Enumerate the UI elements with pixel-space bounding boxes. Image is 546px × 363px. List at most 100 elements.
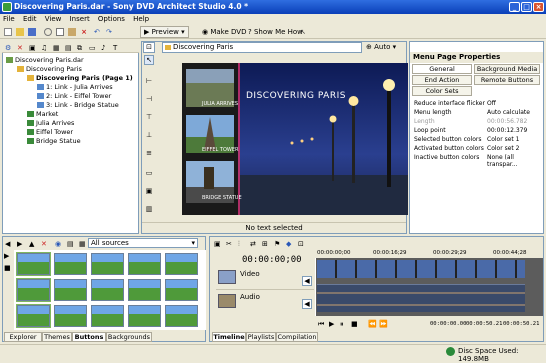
preview-media-icon[interactable]: ▶ (4, 252, 9, 260)
video-clip[interactable] (317, 260, 525, 278)
tab-general[interactable]: General (412, 64, 472, 74)
back-icon[interactable]: ◀ (4, 238, 11, 250)
property-row[interactable]: Inactive button colors None (all transpar… (414, 154, 542, 168)
media-thumbnail[interactable] (16, 252, 51, 276)
media-thumbnail[interactable] (165, 305, 198, 327)
paste-icon[interactable] (66, 26, 78, 38)
menu-file[interactable]: File (0, 14, 18, 25)
tree-item[interactable]: Discovering Paris.dar (6, 56, 84, 64)
menu-button-label[interactable]: BRIDGE STATUE (202, 195, 242, 201)
help-pointer-icon[interactable]: ↖ (298, 26, 310, 38)
forward-icon[interactable]: ▶ (16, 238, 23, 250)
center-icon[interactable]: ▣ (144, 187, 154, 197)
play-from-start-icon[interactable]: ⏮ (318, 320, 324, 329)
tree-item[interactable]: Eiffel Tower (27, 128, 73, 136)
menu-options[interactable]: Options (95, 14, 128, 25)
delete-media-icon[interactable]: ✕ (40, 238, 48, 250)
make-dvd-button[interactable]: ◉ Make DVD (198, 26, 250, 38)
safe-area-icon[interactable]: ⊡ (143, 42, 155, 53)
align-bottom-icon[interactable]: ⊥ (144, 131, 154, 141)
delete-item-icon[interactable]: ✕ (16, 42, 24, 54)
maximize-button[interactable]: □ (521, 2, 532, 12)
stop-icon[interactable]: ■ (351, 320, 358, 328)
media-thumbnail[interactable] (165, 253, 198, 275)
delete-icon[interactable]: × (78, 26, 90, 38)
tab-remote-buttons[interactable]: Remote Buttons (474, 75, 540, 85)
property-row[interactable]: Loop point 00:00:12.379 (414, 127, 542, 134)
tab-end-action[interactable]: End Action (412, 75, 472, 85)
track-expand-icon[interactable]: ◀ (302, 276, 312, 286)
tab-backgrounds[interactable]: Backgrounds (106, 332, 152, 342)
tab-color-sets[interactable]: Color Sets (412, 86, 472, 96)
new-slideshow-icon[interactable]: ▦ (52, 42, 61, 54)
media-thumbnail[interactable] (16, 278, 51, 302)
align-left-icon[interactable]: ⊢ (144, 77, 154, 87)
tab-timeline[interactable]: Timeline (212, 332, 246, 342)
open-button[interactable] (14, 26, 26, 38)
menu-help[interactable]: Help (130, 14, 152, 25)
tree-item[interactable]: Market (27, 110, 58, 118)
tab-compilation[interactable]: Compilation (276, 332, 318, 342)
web-icon[interactable]: ◉ (54, 238, 62, 250)
play-icon[interactable]: ▶ (329, 320, 334, 328)
tab-themes[interactable]: Themes (42, 332, 72, 342)
subtitle-icon[interactable]: ⊡ (297, 238, 305, 250)
cut-icon[interactable] (42, 26, 54, 38)
tree-item-selected[interactable]: Discovering Paris (Page 1) (27, 74, 133, 82)
grid-view-icon[interactable]: ▦ (78, 238, 87, 250)
new-video-icon[interactable]: ▭ (88, 42, 97, 54)
menu-edit[interactable]: Edit (20, 14, 40, 25)
marker-icon[interactable]: ⚑ (273, 238, 281, 250)
media-thumbnail[interactable] (91, 253, 124, 275)
new-text-icon[interactable]: T (112, 42, 118, 54)
tab-explorer[interactable]: Explorer (4, 332, 42, 342)
property-row[interactable]: Selected button colors Color set 1 (414, 136, 542, 143)
redo-icon[interactable]: ↷ (104, 26, 116, 38)
arrange-icon[interactable]: ▥ (144, 205, 154, 215)
media-thumbnail[interactable] (128, 279, 161, 301)
save-button[interactable] (26, 26, 38, 38)
property-row[interactable]: Menu length Auto calculate (414, 109, 542, 116)
new-menu-icon[interactable]: ▣ (28, 42, 37, 54)
copy-icon[interactable] (54, 26, 66, 38)
up-folder-icon[interactable]: ▲ (28, 238, 35, 250)
new-link-icon[interactable]: ⧉ (76, 42, 83, 54)
media-thumbnail[interactable] (16, 304, 51, 328)
undo-icon[interactable]: ↶ (92, 26, 104, 38)
tree-item[interactable]: 3: Link - Bridge Statue (37, 101, 119, 109)
media-thumbnail[interactable] (165, 279, 198, 301)
property-row[interactable]: Reduce interface flicker Off (414, 100, 542, 107)
menu-preview-canvas[interactable]: DISCOVERING PARIS JULIA ARRIVES EIFFEL T… (182, 63, 408, 215)
tree-item[interactable]: 2: Link - Eiffel Tower (37, 92, 111, 100)
snap-icon[interactable]: ⊞ (261, 238, 269, 250)
new-music-icon[interactable]: ♫ (40, 42, 48, 54)
menu-button-label[interactable]: EIFFEL TOWER (202, 147, 239, 153)
tree-item[interactable]: Julia Arrives (27, 119, 74, 127)
view-icon[interactable]: ▤ (66, 238, 75, 250)
zoom-dropdown[interactable]: ⊕ Auto ▾ (366, 42, 406, 53)
select-tool-icon[interactable]: ↖ (144, 55, 154, 65)
media-thumbnail[interactable] (54, 253, 87, 275)
track-header-audio[interactable]: Audio ◀ (216, 291, 314, 313)
menu-view[interactable]: View (42, 14, 65, 25)
new-project-button[interactable] (2, 26, 14, 38)
distribute-icon[interactable]: ≡ (144, 149, 154, 159)
align-top-icon[interactable]: ⊤ (144, 113, 154, 123)
media-thumbnail[interactable] (91, 279, 124, 301)
stop-media-icon[interactable]: ■ (4, 264, 11, 272)
tree-item[interactable]: Discovering Paris (17, 65, 82, 73)
media-thumbnail[interactable] (91, 305, 124, 327)
prev-frame-icon[interactable]: ⏪ (368, 320, 377, 328)
media-thumbnail[interactable] (128, 305, 161, 327)
pause-icon[interactable]: ⏸ (340, 320, 344, 329)
tab-buttons[interactable]: Buttons (72, 332, 106, 342)
timeline-tracks[interactable] (315, 258, 543, 316)
new-title-icon[interactable]: ▤ (64, 42, 73, 54)
tree-item[interactable]: 1: Link - Julia Arrives (37, 83, 113, 91)
new-audio-icon[interactable]: ♪ (100, 42, 106, 54)
menu-title-text[interactable]: DISCOVERING PARIS (246, 91, 346, 101)
menu-button-label[interactable]: JULIA ARRIVES (202, 101, 238, 107)
source-filter-dropdown[interactable]: All sources ▾ (88, 238, 198, 248)
media-thumbnail[interactable] (128, 253, 161, 275)
properties-icon[interactable]: ⚙ (4, 42, 12, 54)
